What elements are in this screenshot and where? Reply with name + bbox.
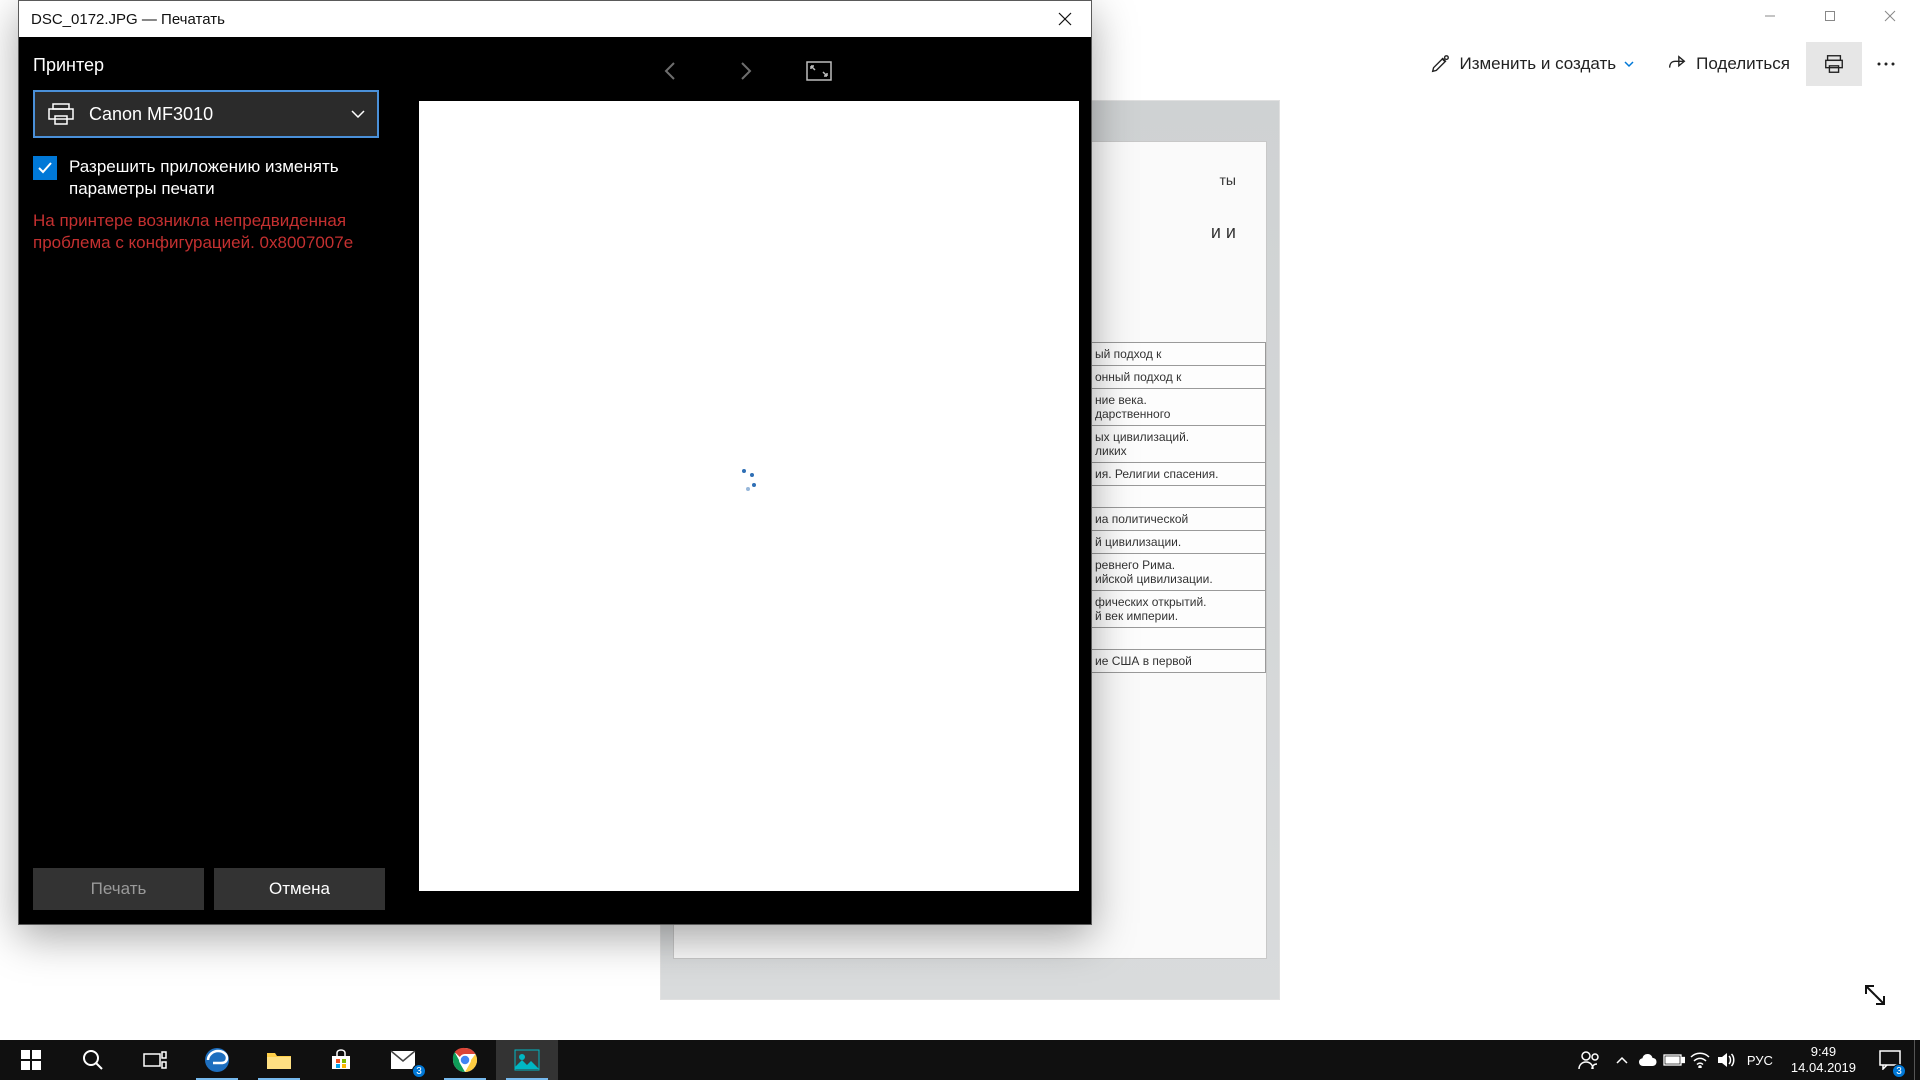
share-button[interactable]: Поделиться: [1650, 42, 1806, 86]
loading-spinner: [738, 469, 760, 491]
tray-chevron-up-icon[interactable]: [1609, 1040, 1635, 1080]
doc-row: фических открытий. й век империи.: [1086, 591, 1266, 628]
doc-row: ый подход к: [1086, 342, 1266, 366]
more-icon: [1876, 61, 1896, 67]
print-button[interactable]: [1806, 42, 1862, 86]
edit-icon: [1429, 53, 1451, 75]
cancel-button[interactable]: Отмена: [214, 868, 385, 910]
people-icon[interactable]: [1569, 1040, 1609, 1080]
system-tray: РУС 9:49 14.04.2019 3: [1569, 1040, 1920, 1080]
doc-row: ревнего Рима. ийской цивилизации.: [1086, 554, 1266, 591]
doc-text: и и: [1211, 222, 1236, 243]
print-icon: [1823, 53, 1845, 75]
start-button[interactable]: [0, 1040, 62, 1080]
doc-row: [1086, 486, 1266, 508]
print-dialog: DSC_0172.JPG — Печатать Принтер Canon MF…: [18, 0, 1092, 925]
doc-row: иа политической: [1086, 508, 1266, 531]
task-view-button[interactable]: [124, 1040, 186, 1080]
more-button[interactable]: [1862, 42, 1910, 86]
task-view-icon: [143, 1051, 167, 1069]
print-options-panel: Принтер Canon MF3010 Разрешить приложени…: [19, 37, 399, 924]
photos-icon: [514, 1049, 540, 1071]
clock-date: 14.04.2019: [1791, 1060, 1856, 1076]
printer-icon: [47, 102, 75, 126]
doc-row: онный подход к: [1086, 366, 1266, 389]
printer-label: Принтер: [33, 55, 385, 76]
wifi-icon[interactable]: [1687, 1040, 1713, 1080]
search-icon: [82, 1049, 104, 1071]
chrome-icon: [452, 1047, 478, 1073]
printer-name: Canon MF3010: [89, 104, 213, 125]
doc-table: ый подход к онный подход к ние века. дар…: [1086, 342, 1266, 673]
chevron-down-icon: [1624, 59, 1634, 69]
battery-icon[interactable]: [1661, 1040, 1687, 1080]
maximize-button[interactable]: [1800, 0, 1860, 32]
minimize-button[interactable]: [1740, 0, 1800, 32]
clock[interactable]: 9:49 14.04.2019: [1781, 1044, 1866, 1076]
doc-row: [1086, 628, 1266, 650]
windows-icon: [21, 1050, 41, 1070]
print-preview-panel: [399, 37, 1091, 924]
allow-change-checkbox[interactable]: [33, 156, 57, 180]
taskbar-edge[interactable]: [186, 1040, 248, 1080]
mail-badge: 3: [412, 1064, 426, 1078]
search-button[interactable]: [62, 1040, 124, 1080]
printer-select[interactable]: Canon MF3010: [33, 90, 379, 138]
doc-row: ние века. дарственного: [1086, 389, 1266, 426]
action-center-button[interactable]: 3: [1866, 1040, 1914, 1080]
show-desktop-button[interactable]: [1914, 1040, 1920, 1080]
taskbar-store[interactable]: [310, 1040, 372, 1080]
taskbar-photos[interactable]: [496, 1040, 558, 1080]
window-controls: [1720, 0, 1920, 32]
language-indicator[interactable]: РУС: [1739, 1053, 1781, 1068]
allow-change-label: Разрешить приложению изменять параметры …: [69, 156, 369, 200]
taskbar-chrome[interactable]: [434, 1040, 496, 1080]
taskbar-explorer[interactable]: [248, 1040, 310, 1080]
doc-row: ых цивилизаций. ликих: [1086, 426, 1266, 463]
fullscreen-icon[interactable]: [1862, 982, 1888, 1008]
taskbar: 3 РУС 9:49 14.04.2019 3: [0, 1040, 1920, 1080]
notification-badge: 3: [1892, 1064, 1906, 1078]
onedrive-icon[interactable]: [1635, 1040, 1661, 1080]
prev-page-button[interactable]: [656, 56, 686, 86]
share-icon: [1666, 53, 1688, 75]
close-button[interactable]: [1860, 0, 1920, 32]
dialog-title: DSC_0172.JPG — Печатать: [31, 11, 225, 28]
edit-create-label: Изменить и создать: [1459, 54, 1616, 74]
doc-row: ие США в первой: [1086, 650, 1266, 673]
doc-row: й цивилизации.: [1086, 531, 1266, 554]
dialog-titlebar: DSC_0172.JPG — Печатать: [19, 1, 1091, 37]
taskbar-mail[interactable]: 3: [372, 1040, 434, 1080]
store-icon: [329, 1048, 353, 1072]
dialog-close-button[interactable]: [1039, 1, 1091, 37]
doc-row: ия. Религии спасения.: [1086, 463, 1266, 486]
preview-page: [419, 101, 1079, 891]
print-confirm-button[interactable]: Печать: [33, 868, 204, 910]
share-label: Поделиться: [1696, 54, 1790, 74]
clock-time: 9:49: [1791, 1044, 1856, 1060]
volume-icon[interactable]: [1713, 1040, 1739, 1080]
chevron-down-icon: [351, 110, 365, 118]
fit-page-icon[interactable]: [804, 56, 834, 86]
printer-error-text: На принтере возникла непредвиденная проб…: [33, 210, 383, 254]
doc-text: ты: [1220, 172, 1236, 188]
edit-create-button[interactable]: Изменить и создать: [1413, 42, 1650, 86]
edge-icon: [204, 1047, 230, 1073]
next-page-button[interactable]: [730, 56, 760, 86]
folder-icon: [266, 1049, 292, 1071]
